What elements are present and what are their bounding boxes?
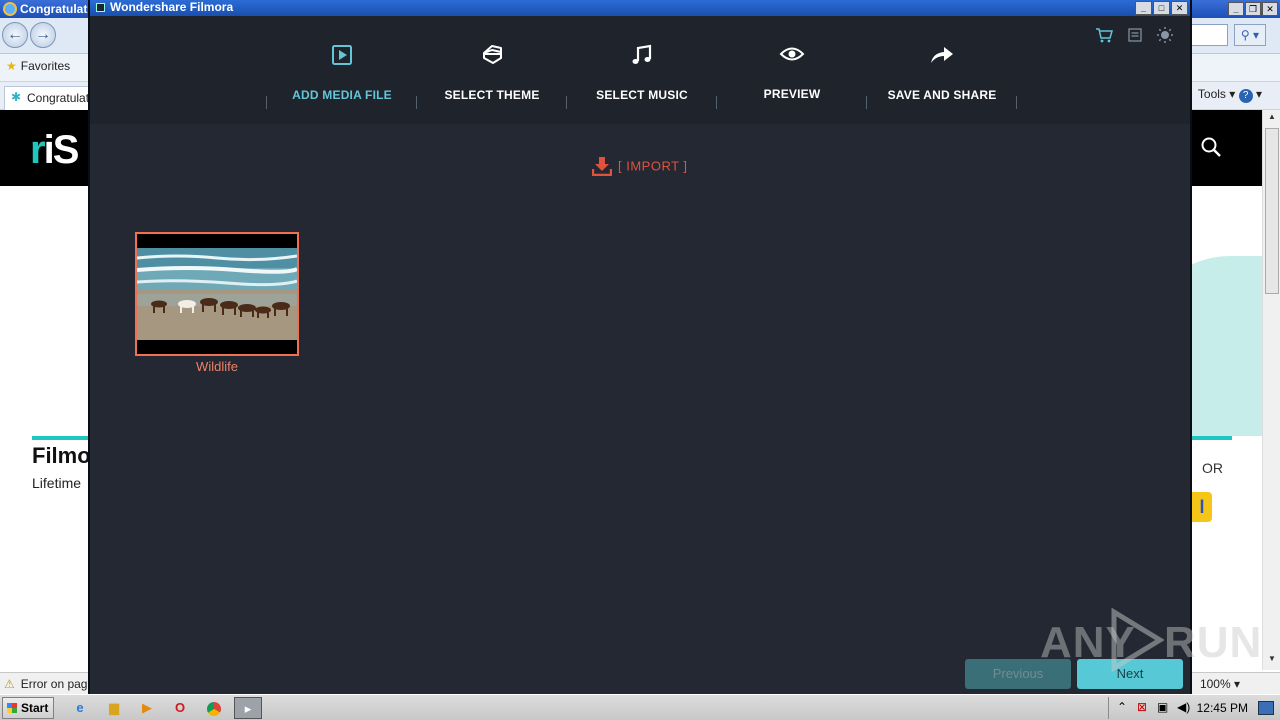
step-separator <box>1016 96 1017 109</box>
help-icon[interactable]: ? <box>1238 89 1253 103</box>
ie-tools-menu[interactable]: Tools ▾ ? ▾ <box>1198 87 1262 103</box>
import-button[interactable]: [ IMPORT ] <box>592 156 688 180</box>
filmora-titlebar: Wondershare Filmora _ □ ✕ <box>90 0 1190 16</box>
top-right-toolbar <box>1087 26 1174 44</box>
ie-taskbar-icon[interactable]: e <box>66 697 94 719</box>
ie-restore-button[interactable]: ❐ <box>1245 2 1261 16</box>
scrollbar-thumb[interactable] <box>1265 128 1279 294</box>
step-label: PREVIEW <box>763 87 821 101</box>
start-button[interactable]: Start <box>2 697 54 719</box>
ie-logo-icon <box>3 2 17 16</box>
media-item[interactable]: Wildlife <box>135 232 299 378</box>
website-heading: Filmo <box>32 443 91 468</box>
network-warning-icon[interactable]: ⊠ <box>1137 700 1147 714</box>
step-navigation: ADD MEDIA FILE SELECT THEME SELECT MUSIC <box>90 16 1190 124</box>
network-icon[interactable]: ▣ <box>1157 700 1168 714</box>
filmora-app-icon <box>96 3 105 12</box>
ie-search-input[interactable] <box>1188 24 1228 46</box>
chrome-taskbar-icon[interactable] <box>200 697 228 719</box>
ie-title-text: Congratulati <box>20 2 91 16</box>
ie-tab[interactable]: Congratulati <box>4 86 101 110</box>
step-label: SELECT MUSIC <box>596 88 688 102</box>
share-arrow-icon <box>931 47 953 63</box>
filmora-taskbar-icon[interactable]: ▸ <box>234 697 262 719</box>
volume-icon[interactable]: ◀) <box>1177 700 1190 714</box>
website-search-icon[interactable] <box>1200 136 1222 158</box>
filmora-title: Wondershare Filmora <box>110 0 234 14</box>
logo-mark-icon: r <box>30 128 46 172</box>
system-tray: ⌃ ⊠ ▣ ◀) 12:45 PM <box>1108 697 1280 719</box>
ie-minimize-button[interactable]: _ <box>1228 2 1244 16</box>
download-icon <box>592 157 612 176</box>
favorites-button[interactable]: ★ Favorites <box>6 59 70 73</box>
minimize-button[interactable]: _ <box>1135 1 1152 15</box>
website-or-text: OR <box>1202 460 1223 476</box>
zoom-level[interactable]: 100% ▾ <box>1200 677 1240 691</box>
previous-button[interactable]: Previous <box>965 659 1071 689</box>
website-logo[interactable]: riS <box>30 128 80 173</box>
filmora-window: Wondershare Filmora _ □ ✕ ADD MEDIA FILE S… <box>88 0 1192 694</box>
media-player-taskbar-icon[interactable]: ▶ <box>133 697 161 719</box>
taskbar: Start e ▆ ▶ O ▸ ⌃ ⊠ ▣ ◀) 12:45 PM <box>0 694 1280 720</box>
eye-icon <box>779 47 805 61</box>
cart-icon[interactable] <box>1095 26 1114 44</box>
back-arrow-icon[interactable]: ← <box>2 22 28 48</box>
media-thumbnail[interactable] <box>135 232 299 356</box>
folder-taskbar-icon[interactable]: ▆ <box>100 697 128 719</box>
step-label: SAVE AND SHARE <box>887 88 997 102</box>
ie-close-button[interactable]: ✕ <box>1262 2 1278 16</box>
step-save-and-share[interactable]: SAVE AND SHARE <box>867 36 1017 106</box>
close-button[interactable]: ✕ <box>1171 1 1188 15</box>
import-label: [ IMPORT ] <box>618 158 688 174</box>
scroll-up-icon[interactable]: ▲ <box>1265 112 1279 126</box>
ie-window-controls: _ ❐ ✕ <box>1227 1 1278 16</box>
step-label: SELECT THEME <box>444 88 540 102</box>
website-buy-button[interactable]: l <box>1192 492 1212 522</box>
wildlife-thumbnail-image <box>137 234 297 354</box>
favorites-label: Favorites <box>20 59 71 73</box>
logo-text: iS <box>43 128 80 172</box>
ie-search-button[interactable]: ⚲ ▾ <box>1234 24 1266 46</box>
tools-label: Tools ▾ <box>1197 87 1236 101</box>
maximize-button[interactable]: □ <box>1153 1 1170 15</box>
media-library-panel: [ IMPORT ] Wildlife Previous Next <box>90 124 1190 694</box>
add-media-icon <box>332 45 352 65</box>
zoom-text: 100% <box>1199 677 1231 691</box>
error-on-page-status[interactable]: Error on page <box>4 677 94 691</box>
menu-icon[interactable] <box>1126 26 1144 44</box>
clock[interactable]: 12:45 PM <box>1197 701 1248 715</box>
opera-taskbar-icon[interactable]: O <box>166 697 194 719</box>
show-desktop-icon[interactable] <box>1258 701 1274 715</box>
next-button[interactable]: Next <box>1077 659 1183 689</box>
media-item-name: Wildlife <box>196 359 238 374</box>
step-add-media-file[interactable]: ADD MEDIA FILE <box>267 36 417 106</box>
music-note-icon <box>632 44 652 64</box>
ie-scrollbar[interactable]: ▲ ▼ <box>1262 110 1280 670</box>
step-label: ADD MEDIA FILE <box>292 88 392 102</box>
website-subheading: Lifetime <box>32 475 82 491</box>
website-accent-line <box>32 436 92 440</box>
tray-expand-icon[interactable]: ⌃ <box>1117 700 1127 714</box>
step-preview[interactable]: PREVIEW <box>717 35 867 105</box>
filmora-window-controls: _ □ ✕ <box>1134 0 1188 15</box>
step-select-theme[interactable]: SELECT THEME <box>417 36 567 106</box>
scroll-down-icon[interactable]: ▼ <box>1265 654 1279 668</box>
website-accent-line <box>1192 436 1232 440</box>
brightness-icon[interactable] <box>1156 26 1174 44</box>
star-icon: ★ <box>6 59 17 73</box>
forward-arrow-icon[interactable]: → <box>30 22 56 48</box>
theme-icon <box>483 45 502 64</box>
step-select-music[interactable]: SELECT MUSIC <box>567 36 717 106</box>
